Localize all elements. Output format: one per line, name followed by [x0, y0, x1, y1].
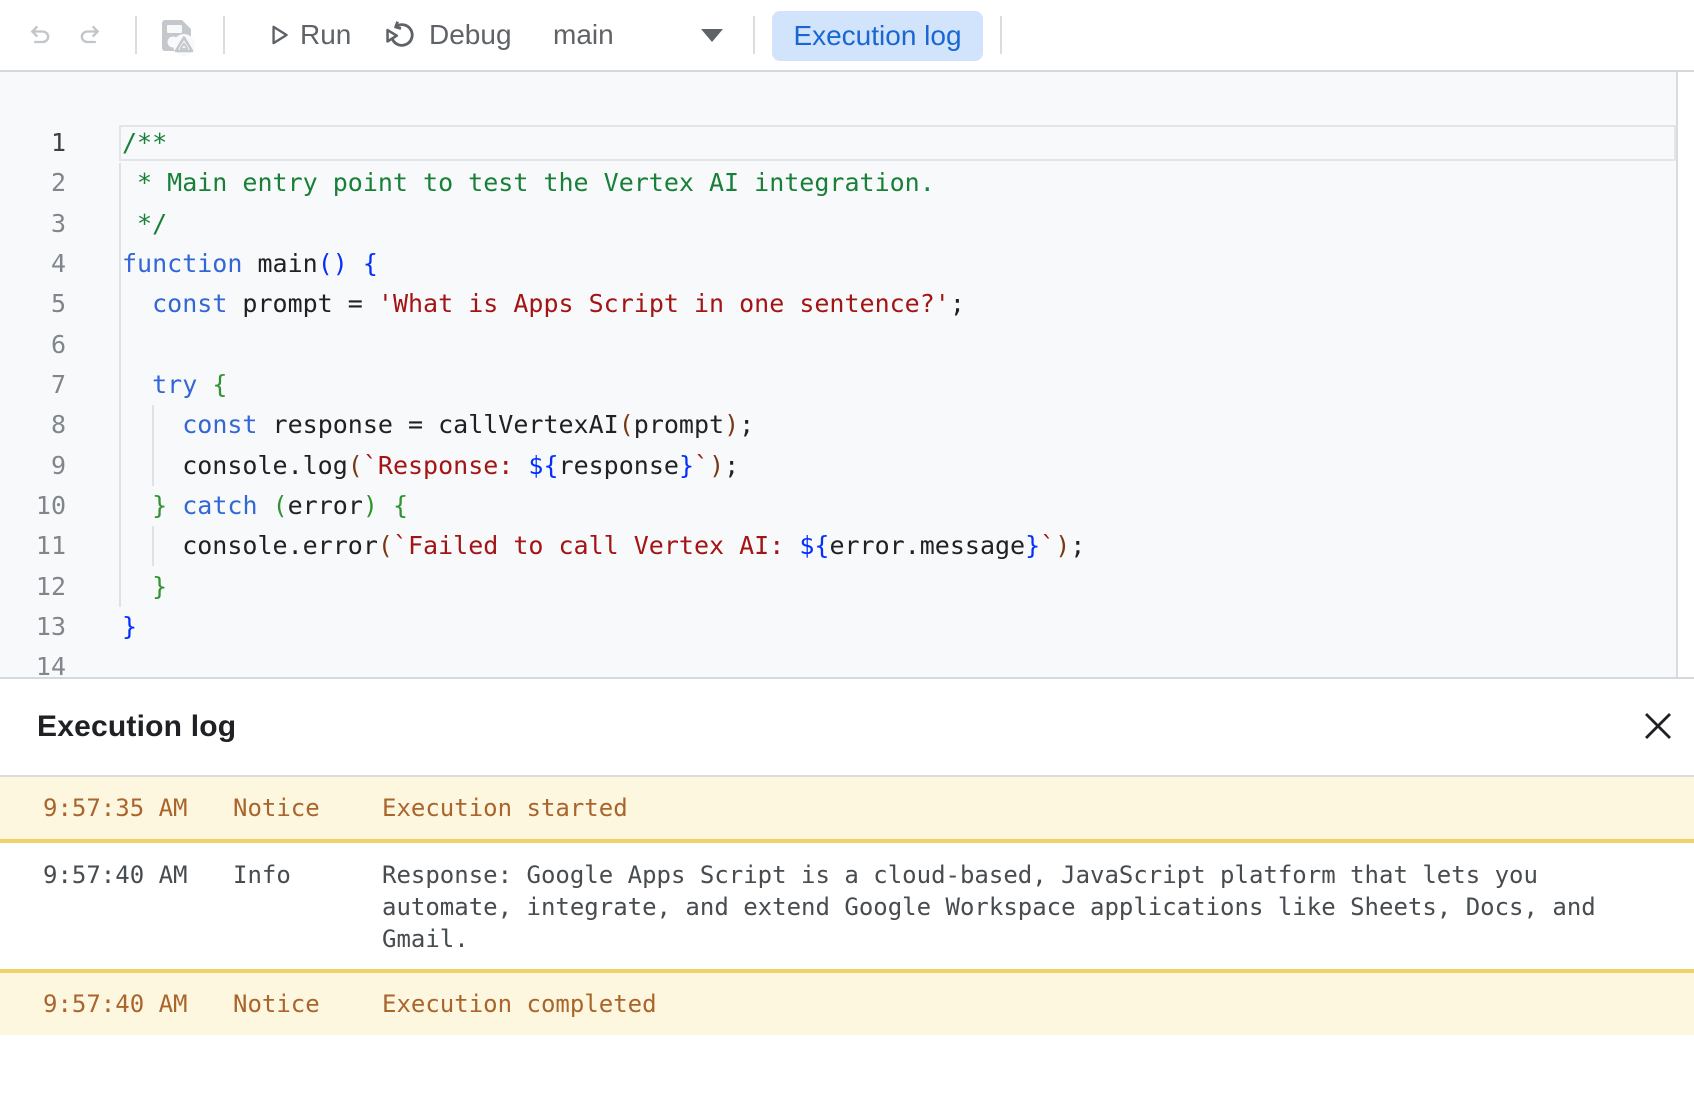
log-message: Execution completed — [382, 988, 1614, 1020]
code-line[interactable]: 3 */ — [0, 204, 1676, 244]
code-line[interactable]: 2 * Main entry point to test the Vertex … — [0, 163, 1676, 203]
toolbar-divider — [1000, 16, 1002, 54]
save-status-button[interactable] — [155, 13, 199, 59]
line-number: 14 — [0, 647, 66, 677]
code-line[interactable]: 11 console.error(`Failed to call Vertex … — [0, 526, 1676, 566]
code-line[interactable]: 1/** — [0, 123, 1676, 163]
run-button[interactable]: Run — [262, 0, 362, 70]
undo-button[interactable] — [26, 21, 54, 49]
toolbar: Run Debug main Execution log — [0, 0, 1694, 72]
log-timestamp: 9:57:40 AM — [43, 859, 233, 955]
close-log-button[interactable] — [1638, 707, 1678, 747]
log-severity: Info — [233, 859, 382, 955]
line-number: 6 — [0, 325, 66, 365]
line-number: 12 — [0, 567, 66, 607]
code-line[interactable]: 4function main() { — [0, 244, 1676, 284]
code-line[interactable]: 13} — [0, 607, 1676, 647]
play-icon — [266, 22, 292, 48]
code-line[interactable]: 10 } catch (error) { — [0, 486, 1676, 526]
code-lines: 1/**2 * Main entry point to test the Ver… — [0, 123, 1676, 677]
log-timestamp: 9:57:40 AM — [43, 988, 233, 1020]
redo-button[interactable] — [76, 21, 104, 49]
log-severity: Notice — [233, 988, 382, 1020]
code-line[interactable]: 14 — [0, 647, 1676, 677]
line-number: 4 — [0, 244, 66, 284]
run-label: Run — [300, 19, 351, 51]
line-number: 7 — [0, 365, 66, 405]
line-number: 2 — [0, 163, 66, 203]
caret-down-icon — [701, 29, 723, 43]
log-entries: 9:57:35 AMNoticeExecution started9:57:40… — [0, 777, 1694, 1035]
code-line[interactable]: 12 } — [0, 567, 1676, 607]
code-line[interactable]: 7 try { — [0, 365, 1676, 405]
toolbar-divider — [753, 16, 755, 54]
line-number: 3 — [0, 204, 66, 244]
apps-script-ide: Run Debug main Execution log 1/**2 — [0, 0, 1694, 1098]
line-number: 10 — [0, 486, 66, 526]
editor-scrollbar[interactable] — [1676, 72, 1694, 677]
execution-log-button[interactable]: Execution log — [772, 11, 983, 61]
execution-log-button-label: Execution log — [793, 20, 961, 52]
log-timestamp: 9:57:35 AM — [43, 792, 233, 824]
log-entry: 9:57:40 AMInfoResponse: Google Apps Scri… — [0, 839, 1694, 969]
toolbar-divider — [135, 16, 137, 54]
log-message: Response: Google Apps Script is a cloud-… — [382, 859, 1614, 955]
line-number: 11 — [0, 526, 66, 566]
execution-log-title: Execution log — [37, 710, 236, 744]
code-line[interactable]: 9 console.log(`Response: ${response}`); — [0, 446, 1676, 486]
undo-icon — [26, 21, 54, 49]
log-message: Execution started — [382, 792, 1614, 824]
save-status-icon — [155, 13, 199, 59]
line-number: 9 — [0, 446, 66, 486]
code-line[interactable]: 8 const response = callVertexAI(prompt); — [0, 405, 1676, 445]
log-severity: Notice — [233, 792, 382, 824]
line-number: 1 — [0, 123, 66, 163]
debug-icon — [384, 18, 418, 52]
line-number: 5 — [0, 284, 66, 324]
close-icon — [1643, 711, 1673, 741]
redo-icon — [76, 21, 104, 49]
debug-button[interactable]: Debug — [382, 0, 522, 70]
execution-log-header: Execution log — [0, 679, 1694, 777]
code-line[interactable]: 5 const prompt = 'What is Apps Script in… — [0, 284, 1676, 324]
debug-label: Debug — [429, 19, 512, 51]
log-entry: 9:57:35 AMNoticeExecution started — [0, 777, 1694, 839]
toolbar-divider — [223, 16, 225, 54]
execution-log-panel: Execution log 9:57:35 AMNoticeExecution … — [0, 679, 1694, 1098]
code-editor[interactable]: 1/**2 * Main entry point to test the Ver… — [0, 72, 1694, 677]
function-selector-value: main — [553, 19, 614, 51]
code-line[interactable]: 6 — [0, 325, 1676, 365]
function-selector-dropdown[interactable]: main — [540, 8, 740, 62]
log-entry: 9:57:40 AMNoticeExecution completed — [0, 969, 1694, 1035]
line-number: 13 — [0, 607, 66, 647]
line-number: 8 — [0, 405, 66, 445]
